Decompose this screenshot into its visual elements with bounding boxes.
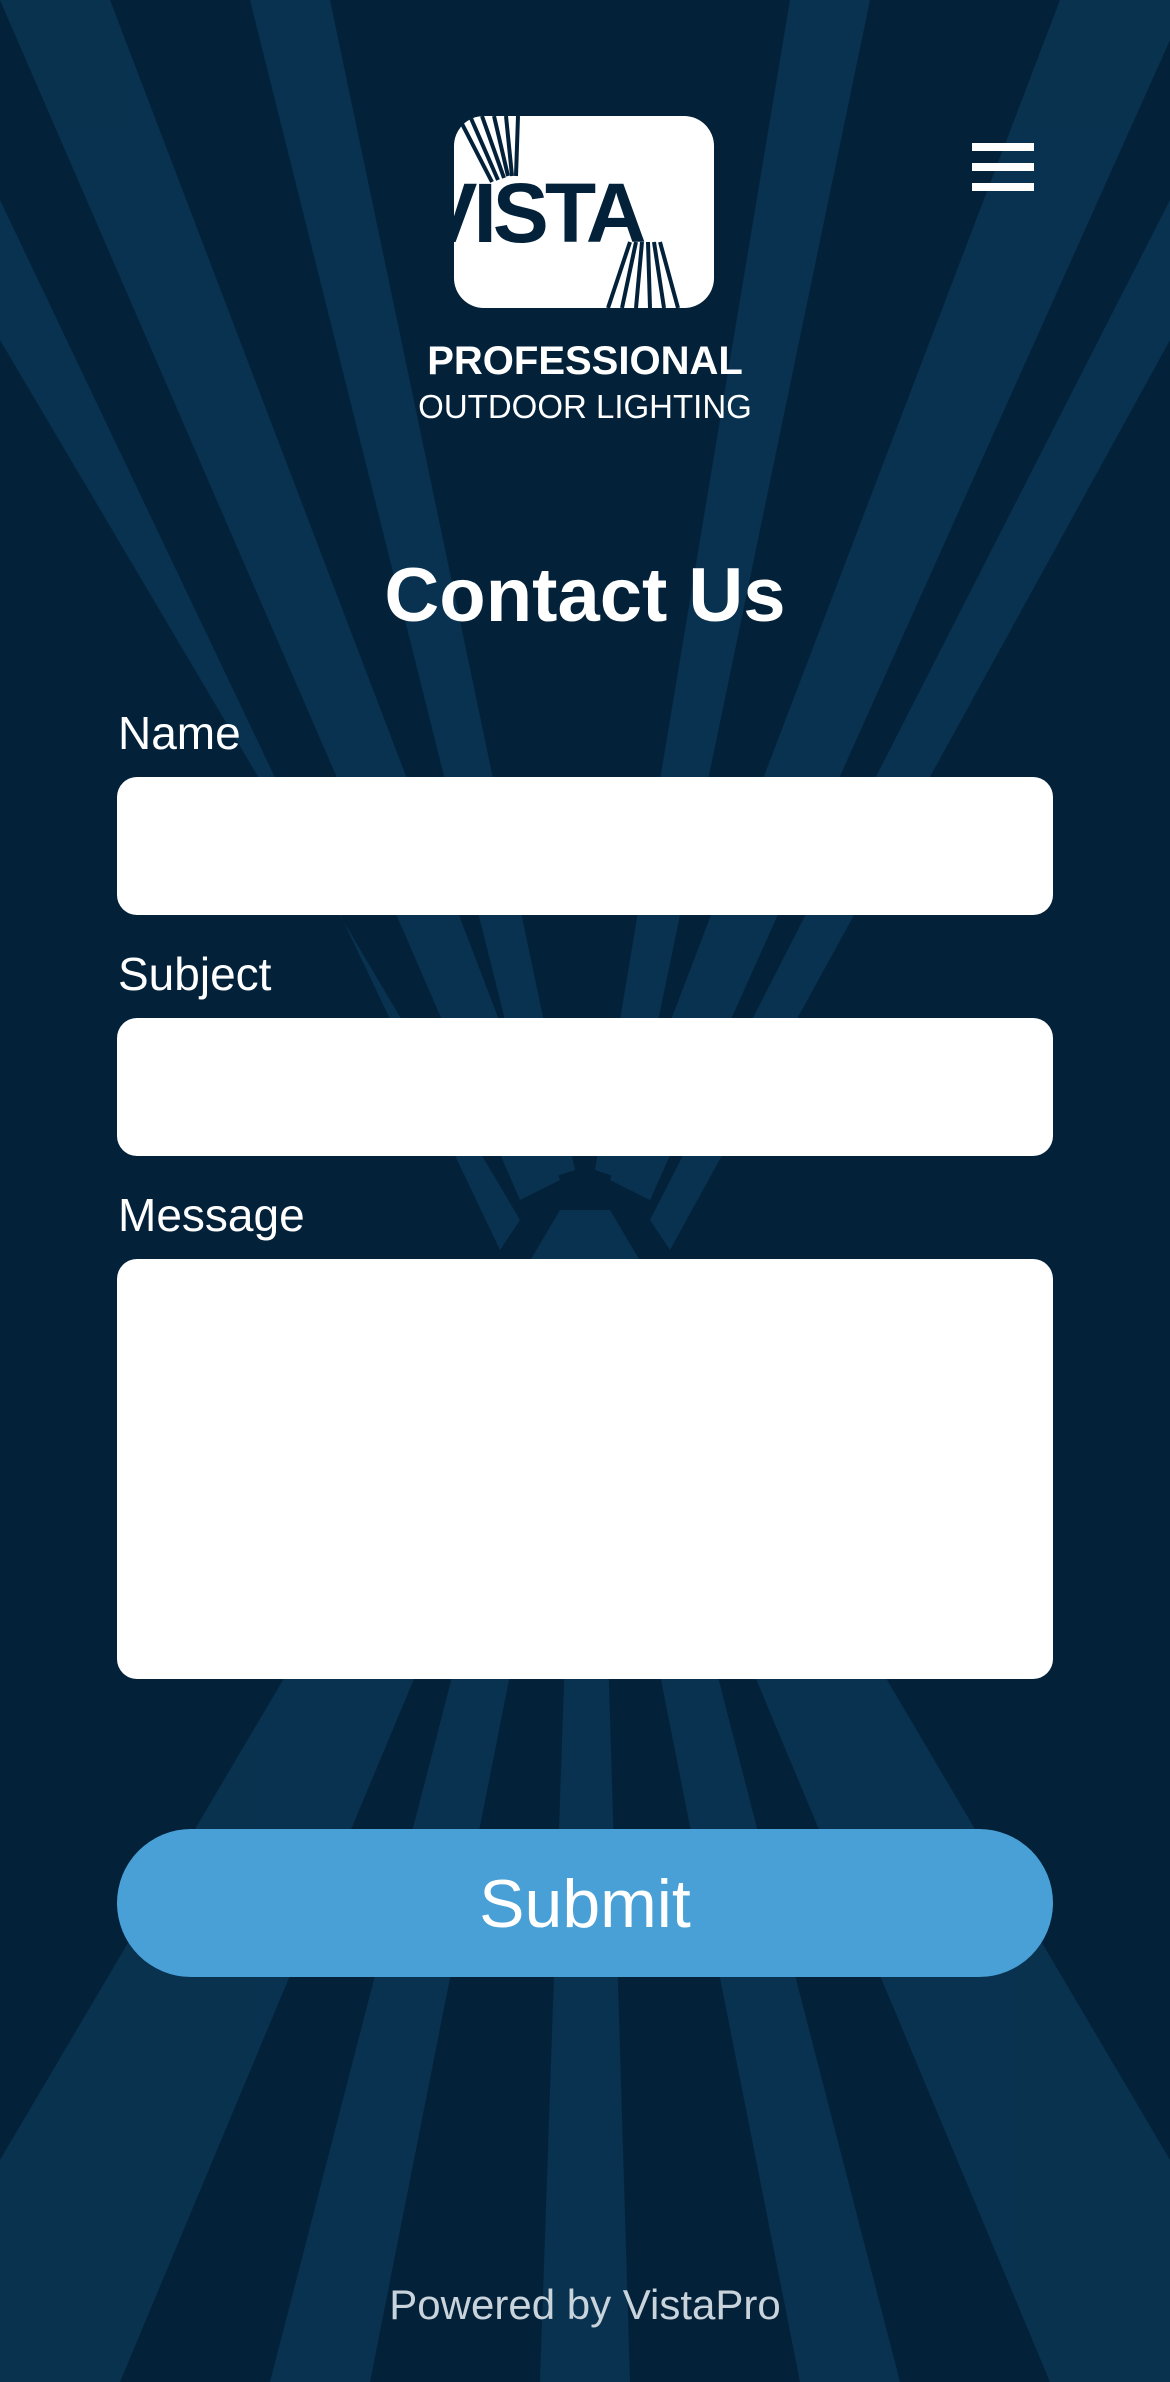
page-title: Contact Us (384, 553, 786, 638)
name-label: Name (118, 707, 241, 759)
message-label: Message (118, 1189, 305, 1241)
name-field[interactable] (117, 777, 1053, 915)
subject-label: Subject (118, 948, 272, 1000)
vista-logo: VISTA PROFESSIONAL OUTDOOR LIGHTING (418, 115, 752, 425)
logo-word: VISTA (421, 166, 644, 260)
powered-by-footer: Powered by VistaPro (389, 2281, 781, 2328)
hamburger-menu-icon[interactable] (962, 136, 1044, 198)
subject-field[interactable] (117, 1018, 1053, 1156)
logo-line2: OUTDOOR LIGHTING (418, 388, 752, 425)
submit-button[interactable]: Submit (117, 1829, 1053, 1977)
message-field[interactable] (117, 1259, 1053, 1679)
logo-line1: PROFESSIONAL (427, 339, 743, 383)
